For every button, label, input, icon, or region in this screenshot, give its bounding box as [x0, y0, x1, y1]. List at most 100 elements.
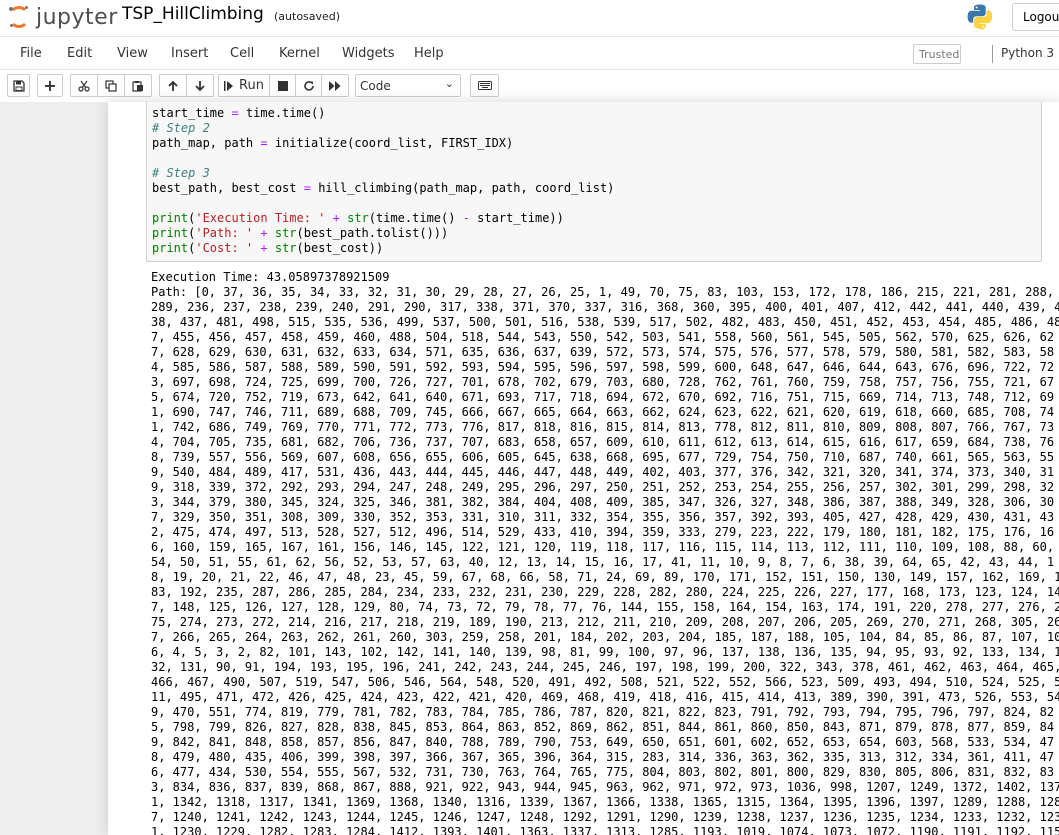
output-line: 7, 455, 456, 457, 458, 459, 460, 488, 50… [151, 330, 1055, 344]
code-line: print('Path: ' + str(best_path.tolist())… [152, 226, 449, 240]
paste-icon [132, 80, 143, 92]
output-line: 3, 344, 379, 380, 345, 324, 325, 346, 38… [151, 495, 1055, 509]
trusted-indicator[interactable]: Trusted [913, 44, 961, 64]
notebook-container: start_time = time.time() # Step 2 path_m… [108, 102, 1059, 835]
jupyter-logo-text: jupyter [36, 4, 118, 30]
run-label: Run [239, 78, 264, 93]
output-line: 38, 437, 481, 498, 515, 535, 536, 499, 5… [151, 315, 1059, 329]
jupyter-logo[interactable]: jupyter [8, 3, 118, 31]
menu-widgets[interactable]: Widgets [342, 46, 395, 61]
output-line: 7, 1240, 1241, 1242, 1243, 1244, 1245, 1… [151, 810, 1059, 824]
output-line: 1, 1230, 1229, 1282, 1283, 1284, 1412, 1… [151, 825, 1059, 835]
output-line: 8, 479, 480, 435, 406, 399, 398, 397, 36… [151, 750, 1055, 764]
output-line: 9, 318, 339, 372, 292, 293, 294, 247, 24… [151, 480, 1055, 494]
output-line: 6, 4, 5, 3, 2, 82, 101, 143, 102, 142, 1… [151, 645, 1059, 659]
notebook-name[interactable]: TSP_HillClimbing [122, 4, 264, 24]
output-line: 83, 192, 235, 287, 286, 285, 284, 234, 2… [151, 585, 1059, 599]
output-line: 7, 329, 350, 351, 308, 309, 330, 352, 35… [151, 510, 1055, 524]
code-line: # Step 3 [152, 166, 210, 180]
jupyter-logo-icon [8, 6, 30, 28]
restart-run-all-button[interactable] [321, 74, 349, 97]
menu-view[interactable]: View [117, 46, 148, 61]
header: jupyter TSP_HillClimbing (autosaved) Log… [0, 0, 1059, 36]
cell-type-select[interactable]: Code ⌄ [355, 74, 461, 97]
menubar: File Edit View Insert Cell Kernel Widget… [0, 36, 1059, 70]
python-logo-icon [967, 4, 993, 30]
menu-kernel[interactable]: Kernel [279, 46, 320, 61]
kernel-separator [992, 45, 993, 63]
logout-button[interactable]: Logout [1012, 3, 1059, 31]
output-line: 4, 704, 705, 735, 681, 682, 706, 736, 73… [151, 435, 1055, 449]
move-up-button[interactable] [159, 74, 187, 97]
output-line: 32, 131, 90, 91, 194, 193, 195, 196, 241… [151, 660, 1059, 674]
run-icon [224, 80, 234, 91]
copy-button[interactable] [97, 74, 125, 97]
code-line: start_time = time.time() [152, 106, 326, 120]
code-line: # Step 2 [152, 121, 210, 135]
kernel-name: Python 3 [1001, 46, 1055, 60]
arrow-up-icon [168, 80, 178, 91]
output-line: 9, 842, 841, 848, 858, 857, 856, 847, 84… [151, 735, 1055, 749]
menu-edit[interactable]: Edit [67, 46, 92, 61]
menu-file[interactable]: File [20, 46, 42, 61]
copy-icon [105, 79, 117, 92]
output-line: 9, 470, 551, 774, 819, 779, 781, 782, 78… [151, 705, 1055, 719]
run-button[interactable]: Run [218, 74, 270, 97]
arrow-down-icon [195, 80, 205, 91]
code-line: print('Cost: ' + str(best_cost)) [152, 241, 384, 255]
code-line: best_path, best_cost = hill_climbing(pat… [152, 181, 615, 195]
output-line: 9, 540, 484, 489, 417, 531, 436, 443, 44… [151, 465, 1055, 479]
output-line: 1, 690, 747, 746, 711, 689, 688, 709, 74… [151, 405, 1055, 419]
code-line: print('Execution Time: ' + str(time.time… [152, 211, 564, 225]
output-line: 2, 475, 474, 497, 513, 528, 527, 512, 49… [151, 525, 1055, 539]
cut-icon [78, 80, 90, 92]
output-line: 1, 742, 686, 749, 769, 770, 771, 772, 77… [151, 420, 1055, 434]
output-line: 3, 697, 698, 724, 725, 699, 700, 726, 72… [151, 375, 1055, 389]
output-line: 5, 798, 799, 826, 827, 828, 838, 845, 85… [151, 720, 1055, 734]
keyboard-icon [477, 81, 492, 90]
output-line: 11, 495, 471, 472, 426, 425, 424, 423, 4… [151, 690, 1059, 704]
output-line: 5, 674, 720, 752, 719, 673, 642, 641, 64… [151, 390, 1055, 404]
chevron-down-icon: ⌄ [444, 77, 454, 90]
code-line: path_map, path = initialize(coord_list, … [152, 136, 514, 150]
output-line: 1, 1342, 1318, 1317, 1341, 1369, 1368, 1… [151, 795, 1059, 809]
paste-button[interactable] [124, 74, 152, 97]
cut-button[interactable] [70, 74, 98, 97]
code-editor[interactable]: start_time = time.time() # Step 2 path_m… [152, 106, 614, 256]
cell-type-value: Code [360, 79, 391, 93]
command-palette-button[interactable] [470, 74, 499, 97]
output-line: 7, 148, 125, 126, 127, 128, 129, 80, 74,… [151, 600, 1059, 614]
output-line: 8, 19, 20, 21, 22, 46, 47, 48, 23, 45, 5… [151, 570, 1059, 584]
plus-icon: + [43, 75, 57, 95]
fast-forward-icon [329, 80, 341, 91]
output-line: Path: [0, 37, 36, 35, 34, 33, 32, 31, 30… [151, 285, 1055, 299]
output-line: 6, 477, 434, 530, 554, 555, 567, 532, 73… [151, 765, 1055, 779]
cell-output: Execution Time: 43.05897378921509 Path: [… [151, 270, 1059, 835]
output-line: 466, 467, 490, 507, 519, 547, 506, 546, … [151, 675, 1059, 689]
move-down-button[interactable] [186, 74, 214, 97]
menu-cell[interactable]: Cell [230, 46, 254, 61]
code-cell-input[interactable]: start_time = time.time() # Step 2 path_m… [146, 102, 1042, 262]
menu-insert[interactable]: Insert [171, 46, 208, 61]
output-line: 4, 585, 586, 587, 588, 589, 590, 591, 59… [151, 360, 1055, 374]
stop-icon [277, 80, 288, 91]
output-line: 54, 50, 51, 55, 61, 62, 56, 52, 53, 57, … [151, 555, 1055, 569]
save-icon [12, 79, 25, 92]
interrupt-button[interactable] [269, 74, 296, 97]
output-line: 6, 160, 159, 165, 167, 161, 156, 146, 14… [151, 540, 1055, 554]
notebook-area: start_time = time.time() # Step 2 path_m… [0, 102, 1059, 835]
output-line: 7, 628, 629, 630, 631, 632, 633, 634, 57… [151, 345, 1055, 359]
output-line: 289, 236, 237, 238, 239, 240, 291, 290, … [151, 300, 1059, 314]
menu-help[interactable]: Help [414, 46, 444, 61]
restart-icon [303, 80, 314, 91]
output-line: 8, 739, 557, 556, 569, 607, 608, 656, 65… [151, 450, 1055, 464]
toolbar: + Run Code ⌄ [0, 70, 1059, 102]
output-line: Execution Time: 43.05897378921509 [151, 270, 390, 284]
output-line: 3, 834, 836, 837, 839, 868, 867, 888, 92… [151, 780, 1059, 794]
output-line: 75, 274, 273, 272, 214, 216, 217, 218, 2… [151, 615, 1059, 629]
output-line: 7, 266, 265, 264, 263, 262, 261, 260, 30… [151, 630, 1059, 644]
restart-button[interactable] [295, 74, 322, 97]
save-button[interactable] [7, 74, 30, 97]
autosave-status: (autosaved) [274, 10, 341, 23]
insert-cell-button[interactable]: + [37, 74, 63, 97]
